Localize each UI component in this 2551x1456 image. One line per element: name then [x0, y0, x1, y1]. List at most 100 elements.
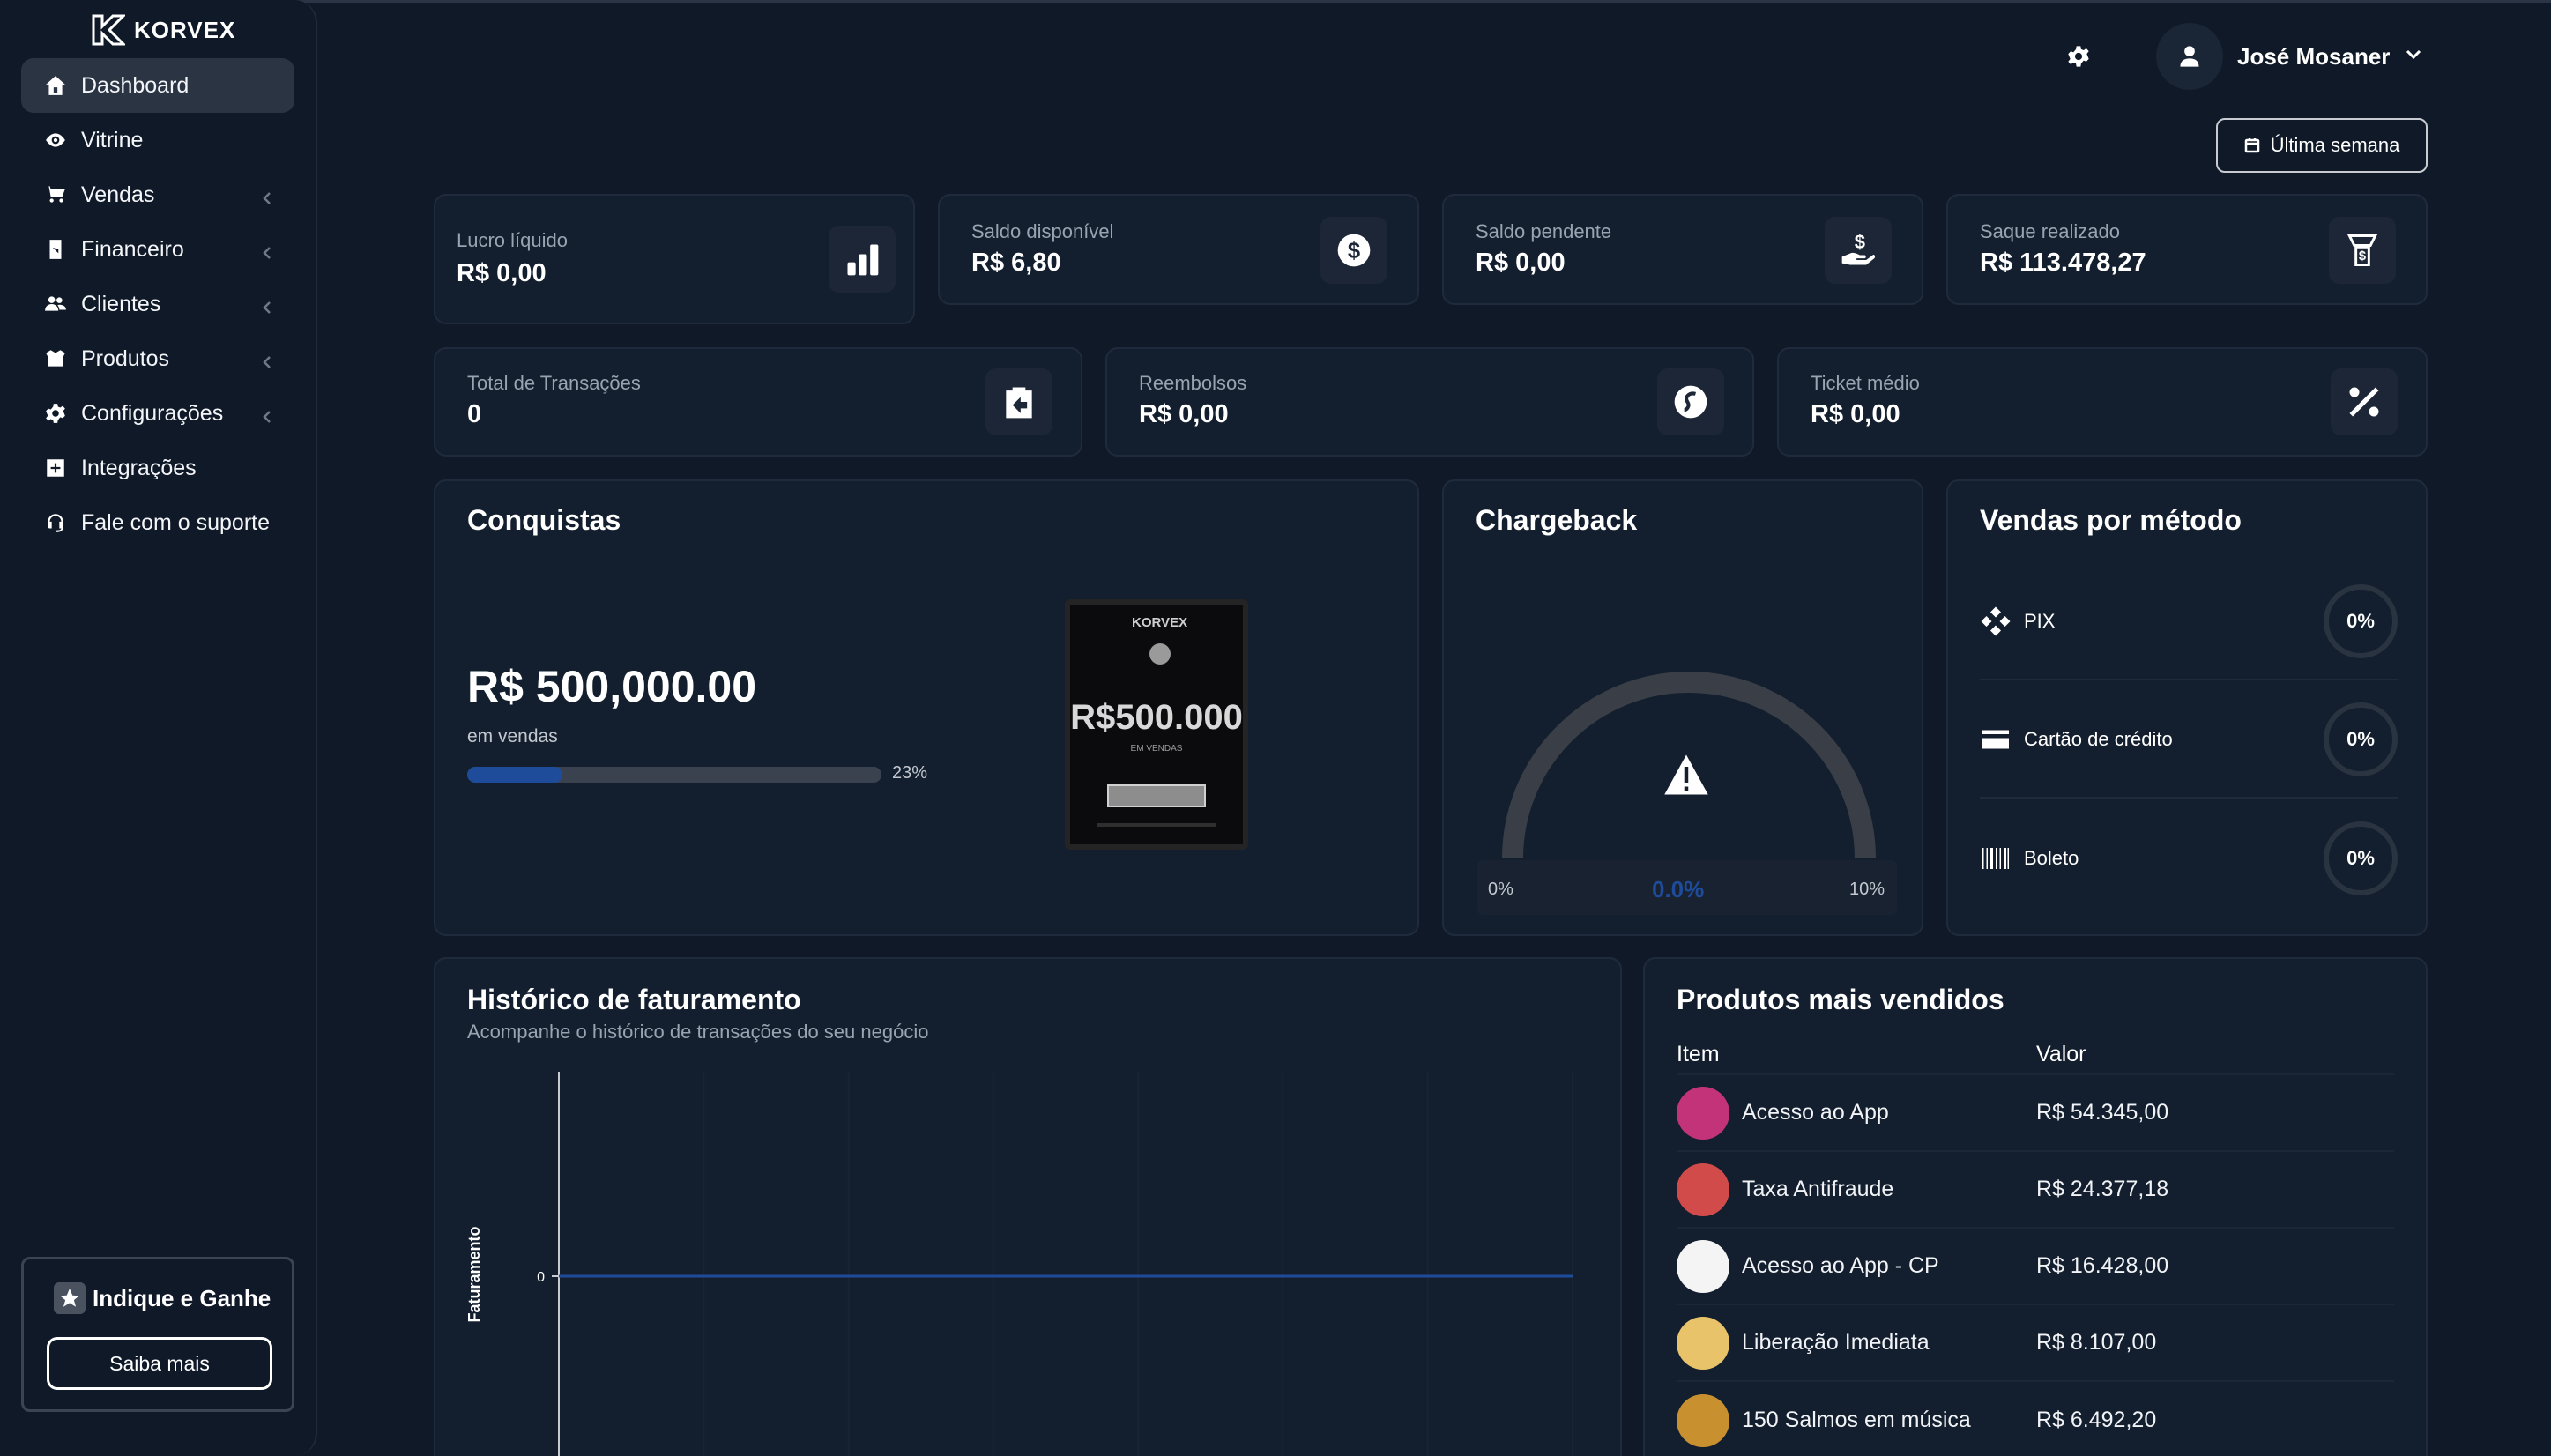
stat-value: R$ 6,80	[971, 249, 1061, 277]
users-icon	[42, 291, 69, 317]
table-row[interactable]: 150 Salmos em música R$ 6.492,20	[1677, 1382, 2394, 1456]
product-name: Acesso ao App	[1742, 1100, 1889, 1125]
method-row-credit-card: Cartão de crédito 0%	[1980, 682, 2398, 799]
product-thumbnail	[1677, 1086, 1729, 1140]
sidebar-item-suporte[interactable]: Fale com o suporte	[21, 495, 294, 550]
home-icon	[42, 72, 69, 99]
korvex-logo-icon	[92, 14, 125, 46]
stat-label: Saldo disponível	[971, 220, 1114, 242]
user-menu[interactable]: José Mosaner	[2156, 23, 2423, 90]
chevron-left-icon	[259, 405, 275, 423]
stat-label: Saque realizado	[1980, 220, 2121, 242]
avatar[interactable]	[2156, 23, 2223, 90]
method-row-boleto: Boleto 0%	[1980, 800, 2398, 917]
sidebar-item-label: Fale com o suporte	[81, 509, 270, 535]
stat-card-saldo-disponivel: Saldo disponível R$ 6,80 $	[938, 194, 1419, 305]
progress-fill	[467, 767, 563, 783]
barcode-icon	[1980, 843, 2012, 874]
plaque-nameplate	[1107, 784, 1206, 807]
settings-gear-icon[interactable]	[2066, 44, 2091, 69]
sidebar-item-label: Clientes	[81, 291, 161, 316]
dollar-circle-icon: $	[1320, 217, 1387, 284]
warning-icon	[1664, 754, 1708, 795]
sidebar-item-configuracoes[interactable]: Configurações	[21, 386, 294, 441]
stat-label: Total de Transações	[467, 372, 641, 394]
sidebar-item-financeiro[interactable]: Financeiro	[21, 222, 294, 277]
svg-text:$: $	[2359, 249, 2366, 264]
sidebar-item-produtos[interactable]: Produtos	[21, 331, 294, 386]
chargeback-title: Chargeback	[1476, 504, 1638, 536]
sidebar-item-label: Vitrine	[81, 127, 144, 152]
product-value: R$ 6.492,20	[2036, 1408, 2157, 1432]
refund-icon	[1657, 368, 1724, 435]
method-percent-ring: 0%	[2324, 702, 2398, 776]
billing-history-card: Histórico de faturamento Acompanhe o his…	[434, 957, 1622, 1456]
product-value: R$ 16.428,00	[2036, 1253, 2169, 1278]
history-title: Histórico de faturamento	[467, 984, 801, 1015]
sales-by-method-card: Vendas por método PIX 0% Cartão de crédi…	[1946, 479, 2428, 936]
stat-card-ticket-medio: Ticket médio R$ 0,00	[1777, 347, 2428, 457]
product-value: R$ 8.107,00	[2036, 1330, 2157, 1355]
eye-icon	[42, 127, 69, 153]
billing-history-chart: Faturamento 0	[465, 1072, 1573, 1456]
period-filter-button[interactable]: Última semana	[2216, 118, 2428, 173]
hand-dollar-icon: $	[1825, 217, 1892, 284]
method-percent-ring: 0%	[2324, 821, 2398, 895]
refer-title: Indique e Ganhe	[54, 1282, 271, 1314]
history-subtitle: Acompanhe o histórico de transações do s…	[467, 1021, 929, 1043]
credit-card-icon	[1980, 724, 2012, 755]
sidebar-item-label: Configurações	[81, 400, 224, 426]
sidebar-item-label: Integrações	[81, 455, 197, 480]
table-row[interactable]: Acesso ao App - CP R$ 16.428,00	[1677, 1229, 2394, 1305]
product-name: 150 Salmos em música	[1742, 1408, 1971, 1432]
percent-icon	[2331, 368, 2398, 435]
star-icon	[54, 1282, 86, 1314]
stat-card-saque-realizado: Saque realizado R$ 113.478,27 $	[1946, 194, 2428, 305]
chevron-left-icon	[259, 187, 275, 204]
stat-value: R$ 0,00	[1811, 400, 1900, 428]
learn-more-button[interactable]: Saiba mais	[47, 1337, 272, 1390]
table-row[interactable]: Taxa Antifraude R$ 24.377,18	[1677, 1152, 2394, 1229]
sidebar-item-clientes[interactable]: Clientes	[21, 277, 294, 331]
column-header-value: Valor	[2036, 1042, 2086, 1066]
sidebar: KORVEX Dashboard Vitrine Vendas Financei…	[0, 0, 317, 1456]
plaque-amount: R$500.000	[1070, 698, 1243, 737]
stat-value: R$ 113.478,27	[1980, 249, 2146, 277]
column-header-item: Item	[1677, 1042, 1720, 1066]
user-name: José Mosaner	[2237, 42, 2391, 70]
stat-value: R$ 0,00	[1139, 400, 1229, 428]
pix-icon	[1980, 605, 2012, 637]
brand-logo[interactable]: KORVEX	[92, 14, 235, 46]
sidebar-item-vitrine[interactable]: Vitrine	[21, 113, 294, 167]
chevron-down-icon	[2404, 45, 2423, 69]
brand-name: KORVEX	[134, 16, 236, 43]
achievement-plaque-image: KORVEX R$500.000 EM VENDAS	[1065, 599, 1248, 850]
products-title: Produtos mais vendidos	[1677, 984, 2004, 1015]
product-thumbnail	[1677, 1163, 1729, 1216]
product-thumbnail	[1677, 1393, 1729, 1447]
refer-card: Indique e Ganhe Saiba mais	[21, 1257, 294, 1412]
sidebar-item-dashboard[interactable]: Dashboard	[21, 58, 294, 113]
achievement-subtitle: em vendas	[467, 726, 558, 747]
table-row[interactable]: Acesso ao App R$ 54.345,00	[1677, 1075, 2394, 1152]
achievement-progress-bar	[467, 767, 881, 783]
sidebar-item-label: Dashboard	[81, 72, 190, 98]
sidebar-item-label: Financeiro	[81, 236, 184, 262]
plaque-subtitle: EM VENDAS	[1130, 744, 1183, 754]
stat-card-saldo-pendente: Saldo pendente R$ 0,00 $	[1442, 194, 1923, 305]
svg-text:$: $	[1348, 239, 1360, 264]
product-value: R$ 54.345,00	[2036, 1100, 2169, 1125]
table-row[interactable]: Liberação Imediata R$ 8.107,00	[1677, 1305, 2394, 1382]
achievements-title: Conquistas	[467, 504, 621, 536]
sidebar-item-vendas[interactable]: Vendas	[21, 167, 294, 222]
plaque-footer	[1097, 823, 1216, 827]
method-label: Boleto	[2024, 847, 2079, 869]
stat-card-reembolsos: Reembolsos R$ 0,00	[1105, 347, 1754, 457]
plaque-brand: KORVEX	[1132, 615, 1188, 630]
stat-card-lucro: Lucro líquido R$ 0,00	[434, 194, 915, 324]
sidebar-item-integracoes[interactable]: Integrações	[21, 441, 294, 495]
plaque-emblem	[1149, 643, 1171, 665]
product-thumbnail	[1677, 1239, 1729, 1293]
chevron-left-icon	[259, 241, 275, 259]
method-label: PIX	[2024, 610, 2056, 632]
